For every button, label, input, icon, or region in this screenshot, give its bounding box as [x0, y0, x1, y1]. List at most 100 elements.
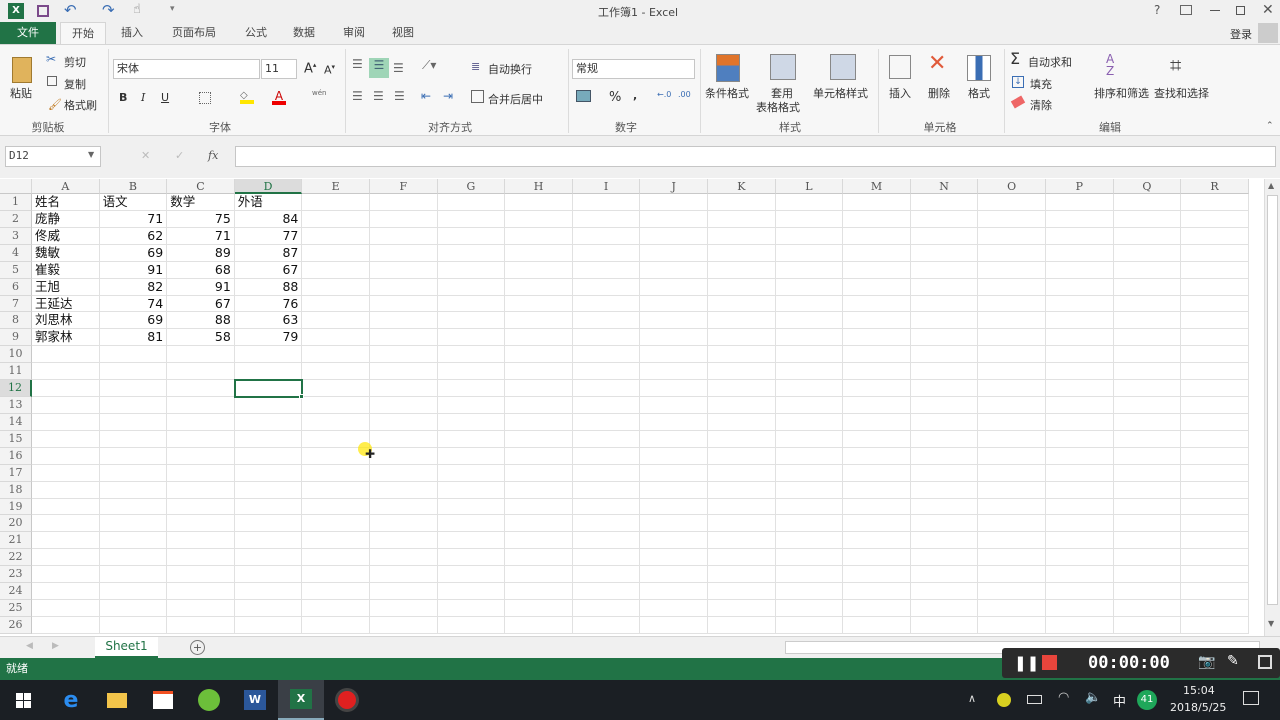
enter-icon[interactable]: ✓	[175, 149, 184, 162]
cell-B11[interactable]	[99, 363, 168, 381]
cell-G20[interactable]	[437, 515, 506, 533]
user-avatar-icon[interactable]	[1258, 23, 1278, 43]
cell-Q17[interactable]	[1113, 464, 1182, 482]
cell-J9[interactable]	[640, 329, 708, 347]
delete-cells-button[interactable]: 删除	[928, 85, 950, 101]
login-link[interactable]: 登录	[1230, 26, 1252, 42]
cell-R26[interactable]	[1181, 617, 1249, 634]
cell-Q3[interactable]	[1113, 227, 1182, 245]
cell-I21[interactable]	[572, 532, 641, 550]
cell-R7[interactable]	[1181, 295, 1249, 313]
cell-B13[interactable]	[99, 397, 168, 414]
cell-D1[interactable]: 外语	[234, 194, 303, 211]
cell-R9[interactable]	[1181, 329, 1249, 347]
comma-button[interactable]: ,	[633, 89, 637, 102]
cell-K7[interactable]	[708, 295, 776, 313]
row-header-6[interactable]: 6	[0, 278, 32, 296]
autosum-button[interactable]: 自动求和	[1028, 54, 1072, 70]
cell-G22[interactable]	[437, 549, 506, 567]
cell-P5[interactable]	[1046, 261, 1114, 279]
cell-B14[interactable]	[99, 413, 168, 431]
align-center-icon[interactable]: ☰	[373, 89, 384, 103]
vertical-scrollbar[interactable]: ▲ ▼	[1264, 179, 1280, 636]
cell-M7[interactable]	[843, 295, 911, 313]
cell-E26[interactable]	[302, 617, 370, 634]
cell-B5[interactable]: 91	[99, 261, 168, 279]
cell-D17[interactable]	[234, 464, 303, 482]
wifi-icon[interactable]: ◠	[1058, 690, 1069, 705]
volume-icon[interactable]: 🔈	[1085, 690, 1101, 705]
cell-C1[interactable]: 数学	[167, 194, 235, 211]
ribbon-display-icon[interactable]	[1180, 5, 1192, 15]
cell-F15[interactable]	[370, 430, 438, 448]
cell-N8[interactable]	[910, 312, 979, 330]
cell-A1[interactable]: 姓名	[32, 194, 100, 211]
cancel-icon[interactable]: ✕	[141, 149, 150, 162]
cell-F7[interactable]	[370, 295, 438, 313]
row-header-10[interactable]: 10	[0, 346, 32, 364]
cell-D10[interactable]	[234, 346, 303, 364]
cell-A3[interactable]: 佟威	[32, 227, 100, 245]
column-header-L[interactable]: L	[775, 179, 844, 194]
cell-Q11[interactable]	[1113, 363, 1182, 381]
cell-J17[interactable]	[640, 464, 708, 482]
decrease-font-button[interactable]: A▾	[324, 63, 335, 77]
pause-icon[interactable]: ❚❚	[1014, 654, 1039, 672]
cell-D3[interactable]: 77	[234, 227, 303, 245]
cell-E25[interactable]	[302, 600, 370, 617]
cell-Q7[interactable]	[1113, 295, 1182, 313]
cell-I6[interactable]	[572, 278, 641, 296]
cell-J14[interactable]	[640, 413, 708, 431]
column-header-H[interactable]: H	[505, 179, 573, 194]
cell-M24[interactable]	[843, 583, 911, 601]
cell-L1[interactable]	[775, 194, 844, 211]
cell-R17[interactable]	[1181, 464, 1249, 482]
cell-D6[interactable]: 88	[234, 278, 303, 296]
cell-C14[interactable]	[167, 413, 235, 431]
taskbar-app-green[interactable]	[186, 680, 232, 720]
next-sheet-icon[interactable]: ▶	[52, 641, 59, 651]
cell-F17[interactable]	[370, 464, 438, 482]
cell-N6[interactable]	[910, 278, 979, 296]
cell-F11[interactable]	[370, 363, 438, 381]
cell-J23[interactable]	[640, 566, 708, 584]
column-header-K[interactable]: K	[708, 179, 776, 194]
insert-function-button[interactable]: fx	[208, 149, 218, 162]
cell-K5[interactable]	[708, 261, 776, 279]
cell-P6[interactable]	[1046, 278, 1114, 296]
cell-G16[interactable]	[437, 447, 506, 465]
cell-N11[interactable]	[910, 363, 979, 381]
cell-H2[interactable]	[505, 210, 573, 228]
cell-M14[interactable]	[843, 413, 911, 431]
notification-badge[interactable]: 41	[1137, 690, 1157, 710]
cell-P18[interactable]	[1046, 481, 1114, 499]
cell-F25[interactable]	[370, 600, 438, 617]
cell-P2[interactable]	[1046, 210, 1114, 228]
battery-icon[interactable]	[1027, 695, 1042, 704]
help-button[interactable]: ?	[1154, 3, 1160, 17]
cell-J12[interactable]	[640, 380, 708, 398]
cell-E5[interactable]	[302, 261, 370, 279]
cell-O9[interactable]	[978, 329, 1046, 347]
cell-M26[interactable]	[843, 617, 911, 634]
cell-P15[interactable]	[1046, 430, 1114, 448]
cell-D9[interactable]: 79	[234, 329, 303, 347]
clock-time[interactable]: 15:04	[1183, 684, 1215, 697]
cell-C13[interactable]	[167, 397, 235, 414]
row-header-26[interactable]: 26	[0, 617, 32, 634]
underline-button[interactable]: U	[161, 91, 169, 104]
cell-Q2[interactable]	[1113, 210, 1182, 228]
cell-E14[interactable]	[302, 413, 370, 431]
row-header-14[interactable]: 14	[0, 413, 32, 431]
column-header-C[interactable]: C	[167, 179, 235, 194]
cell-M23[interactable]	[843, 566, 911, 584]
cell-A22[interactable]	[32, 549, 100, 567]
cell-F23[interactable]	[370, 566, 438, 584]
cell-P17[interactable]	[1046, 464, 1114, 482]
cell-L12[interactable]	[775, 380, 844, 398]
cell-H9[interactable]	[505, 329, 573, 347]
row-header-15[interactable]: 15	[0, 430, 32, 448]
cell-K6[interactable]	[708, 278, 776, 296]
sort-filter-button[interactable]: 排序和筛选	[1094, 85, 1149, 101]
cell-P8[interactable]	[1046, 312, 1114, 330]
